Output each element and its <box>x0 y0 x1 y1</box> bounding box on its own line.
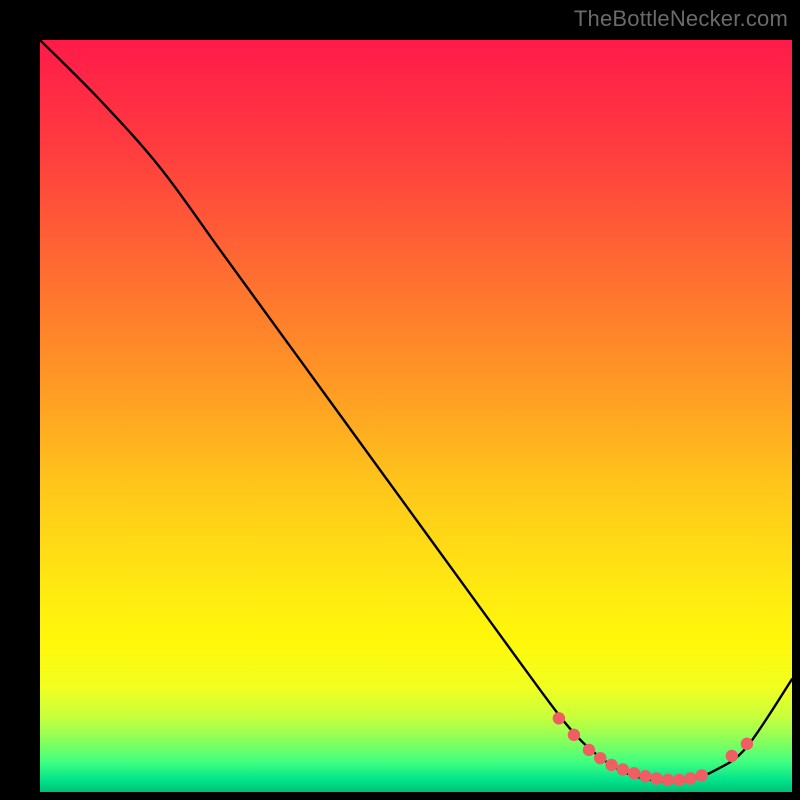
watermark: TheBottleNecker.com <box>574 6 788 32</box>
marker-dot <box>628 767 640 779</box>
chart-svg <box>40 40 792 792</box>
marker-dot <box>673 774 685 786</box>
chart-plot <box>40 40 792 792</box>
marker-dot <box>617 763 629 775</box>
marker-dot <box>605 759 617 771</box>
marker-dot <box>639 770 651 782</box>
marker-dot <box>684 772 696 784</box>
marker-dot <box>662 774 674 786</box>
marker-dot <box>594 752 606 764</box>
marker-dot <box>741 738 753 750</box>
marker-dot <box>726 750 738 762</box>
marker-dot <box>696 769 708 781</box>
marker-dot <box>553 712 565 724</box>
marker-dot <box>568 729 580 741</box>
marker-dot <box>650 772 662 784</box>
marker-dot <box>583 744 595 756</box>
chart-frame: TheBottleNecker.com <box>0 0 800 800</box>
gradient-background <box>40 40 792 792</box>
